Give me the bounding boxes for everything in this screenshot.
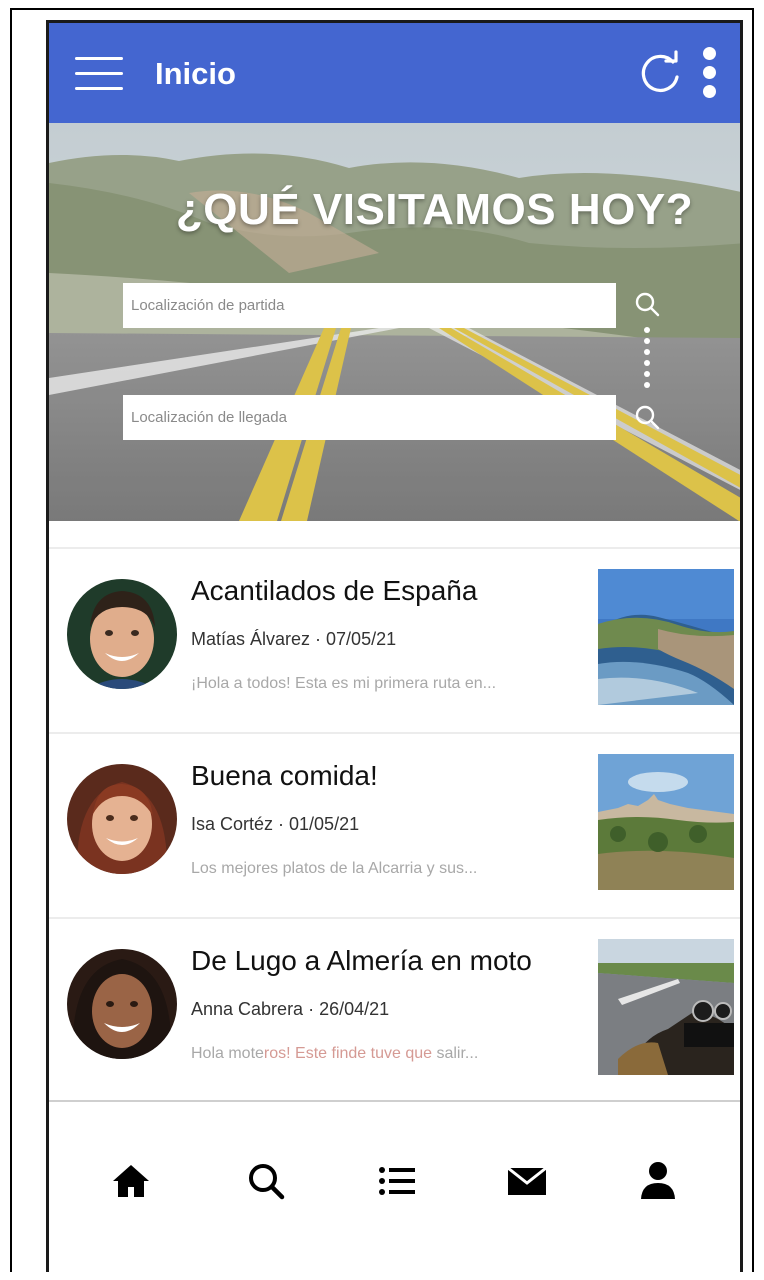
profile-icon[interactable]	[636, 1159, 680, 1203]
avatar	[67, 579, 177, 689]
start-location-input[interactable]	[123, 283, 616, 328]
refresh-icon[interactable]	[639, 49, 683, 97]
card-thumbnail	[598, 569, 734, 705]
search-icon[interactable]	[634, 291, 660, 317]
excerpt-part: ros! Este finde tuve que	[263, 1045, 437, 1062]
search-icon[interactable]	[244, 1159, 288, 1203]
avatar	[67, 764, 177, 874]
bottom-navigation	[49, 1103, 740, 1272]
mail-icon[interactable]	[505, 1159, 549, 1203]
excerpt-part: Hola mote	[191, 1045, 264, 1062]
card-title: De Lugo a Almería en moto	[191, 945, 532, 976]
card-title: Buena comida!	[191, 760, 378, 791]
card-thumbnail	[598, 754, 734, 890]
card-excerpt: Los mejores platos de la Alcarria y sus.…	[191, 860, 478, 877]
list-item[interactable]: Acantilados de España Matías Álvarez · 0…	[49, 547, 740, 732]
card-excerpt: Hola moteros! Este finde tuve que salir.…	[191, 1045, 478, 1063]
excerpt-part: salir...	[436, 1045, 479, 1062]
list-item[interactable]: De Lugo a Almería en moto Anna Cabrera ·…	[49, 917, 740, 1102]
card-title: Acantilados de España	[191, 575, 478, 606]
card-author-date: Anna Cabrera · 26/04/21	[191, 999, 390, 1019]
card-author-date: Isa Cortéz · 01/05/21	[191, 814, 360, 834]
route-feed: Acantilados de España Matías Álvarez · 0…	[49, 547, 740, 1102]
page-title: Inicio	[155, 56, 236, 91]
list-item[interactable]: Buena comida! Isa Cortéz · 01/05/21 Los …	[49, 732, 740, 917]
search-icon[interactable]	[634, 404, 660, 430]
phone-screen: Inicio ¿QUÉ VISITAMOS HOY? Localización …	[46, 20, 743, 1272]
card-thumbnail	[598, 939, 734, 1075]
route-dots-icon	[643, 327, 651, 389]
app-bar: Inicio	[49, 23, 740, 123]
card-excerpt: ¡Hola a todos! Esta es mi primera ruta e…	[191, 675, 497, 692]
menu-icon[interactable]	[75, 55, 123, 91]
hero-title: ¿QUÉ VISITAMOS HOY?	[175, 185, 694, 234]
card-author-date: Matías Álvarez · 07/05/21	[191, 629, 397, 649]
hero-banner: ¿QUÉ VISITAMOS HOY?	[49, 123, 740, 521]
home-icon[interactable]	[109, 1159, 153, 1203]
avatar	[67, 949, 177, 1059]
end-location-input[interactable]	[123, 395, 616, 440]
more-vert-icon[interactable]	[699, 47, 719, 101]
list-icon[interactable]	[375, 1159, 419, 1203]
